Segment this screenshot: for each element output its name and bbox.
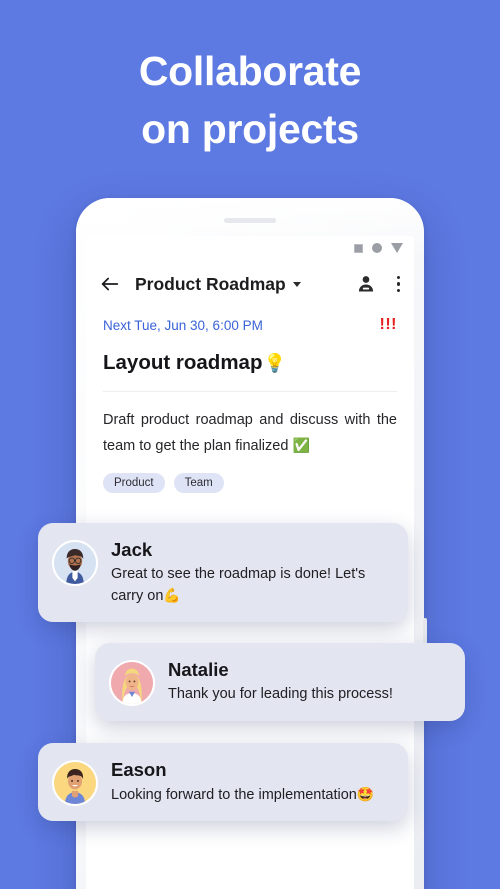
comment-text: Looking forward to the implementation🤩	[111, 784, 392, 806]
person-icon[interactable]	[356, 274, 376, 294]
comment-body: Eason Looking forward to the implementat…	[111, 757, 392, 806]
comment-text-content: Great to see the roadmap is done! Let's …	[111, 566, 366, 604]
task-title-text: Layout roadmap	[103, 351, 263, 374]
comment-body: Natalie Thank you for leading this proce…	[168, 657, 449, 705]
title-divider	[103, 391, 397, 392]
comment-author: Natalie	[168, 659, 229, 680]
headline-line-2: on projects	[141, 106, 359, 152]
page-title: Collaborate on projects	[0, 42, 500, 158]
check-mark-emoji: ✅	[292, 437, 310, 453]
comment-author: Eason	[111, 759, 167, 780]
comment-text: Thank you for leading this process!	[168, 684, 449, 705]
task-description-text: Draft product roadmap and discuss with t…	[103, 412, 397, 454]
comment-text: Great to see the roadmap is done! Let's …	[111, 564, 392, 607]
star-struck-emoji: 🤩	[356, 786, 375, 802]
square-icon	[354, 243, 363, 253]
avatar-natalie	[109, 660, 155, 706]
tag-team[interactable]: Team	[173, 473, 224, 493]
status-bar	[86, 236, 414, 260]
task-description: Draft product roadmap and discuss with t…	[103, 408, 397, 459]
priority-badge[interactable]: !!!	[380, 316, 397, 334]
comment-card-natalie[interactable]: Natalie Thank you for leading this proce…	[95, 643, 465, 721]
comment-author: Jack	[111, 539, 153, 560]
comment-card-eason[interactable]: Eason Looking forward to the implementat…	[38, 743, 408, 821]
chevron-down-icon[interactable]	[292, 281, 301, 287]
headline-line-1: Collaborate	[138, 48, 362, 94]
triangle-down-icon	[391, 243, 403, 253]
task-detail: Next Tue, Jun 30, 6:00 PM !!! Layout roa…	[86, 316, 414, 493]
comment-card-jack[interactable]: Jack Great to see the roadmap is done! L…	[38, 523, 408, 622]
comment-text-content: Thank you for leading this process!	[168, 686, 393, 702]
task-meta-row: Next Tue, Jun 30, 6:00 PM !!!	[103, 316, 397, 334]
tag-list: Product Team	[103, 473, 397, 493]
task-title: Layout roadmap 💡	[103, 351, 397, 375]
tag-product[interactable]: Product	[103, 473, 165, 493]
avatar-eason	[52, 760, 98, 806]
lightbulb-emoji: 💡	[263, 352, 286, 373]
flexed-biceps-emoji: 💪	[163, 587, 181, 603]
app-bar-title[interactable]: Product Roadmap	[135, 274, 286, 295]
avatar-jack	[52, 540, 98, 586]
comment-body: Jack Great to see the roadmap is done! L…	[111, 537, 392, 607]
more-vertical-icon[interactable]	[395, 274, 403, 295]
comment-text-content: Looking forward to the implementation	[111, 787, 357, 803]
circle-icon	[372, 243, 382, 253]
due-date[interactable]: Next Tue, Jun 30, 6:00 PM	[103, 318, 263, 333]
app-bar: Product Roadmap	[86, 260, 414, 308]
back-arrow-icon[interactable]	[99, 273, 121, 295]
earpiece-speaker	[224, 218, 276, 223]
